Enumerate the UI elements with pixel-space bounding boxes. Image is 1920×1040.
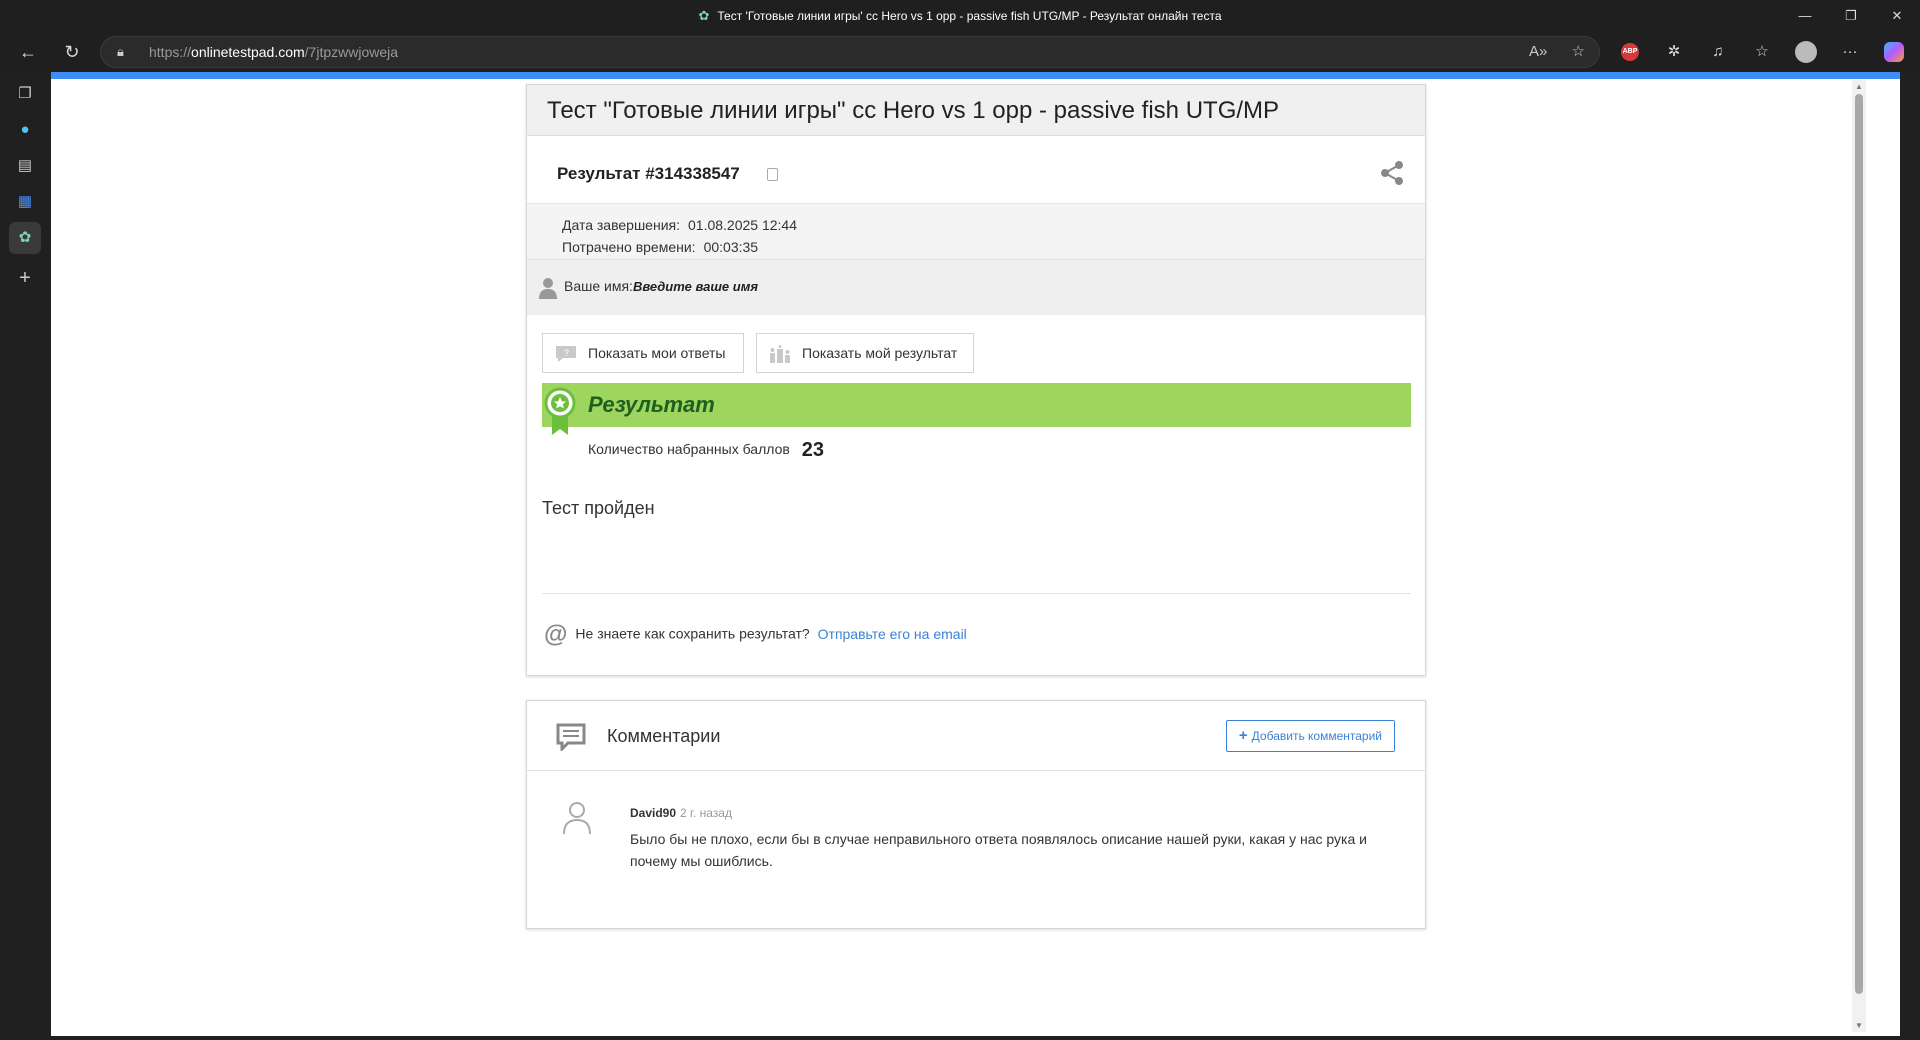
share-icon[interactable] — [1379, 160, 1405, 186]
window-controls: — ❐ ✕ — [1782, 0, 1920, 32]
show-answers-button[interactable]: ? Показать мои ответы — [542, 333, 744, 373]
svg-text:?: ? — [564, 348, 569, 358]
result-id: Результат #314338547 — [557, 164, 740, 183]
address-bar-actions: A» ☆ — [1509, 37, 1585, 67]
question-bubble-icon: ? — [556, 346, 576, 362]
loading-bar — [51, 72, 1900, 79]
extensions-puzzle-icon[interactable]: ✲ — [1652, 36, 1696, 68]
name-row: Ваше имя:Введите ваше имя — [527, 260, 1425, 315]
comment-author[interactable]: David90 2 г. назад — [630, 806, 732, 820]
result-card: Тест "Готовые линии игры" сс Hero vs 1 o… — [526, 84, 1426, 676]
finish-date-row: Дата завершения: 01.08.2025 12:44 — [562, 217, 797, 233]
globe-icon[interactable]: ● — [9, 114, 41, 146]
refresh-icon[interactable]: ↻ — [56, 36, 88, 68]
adblock-extension-icon[interactable]: ABP — [1608, 36, 1652, 68]
plus-icon: + — [1238, 727, 1248, 744]
scroll-up-icon[interactable]: ▲ — [1855, 82, 1863, 91]
result-header: Результат #314338547 — [527, 136, 1425, 204]
comments-header: Комментарии + Добавить комментарий — [527, 701, 1425, 771]
add-comment-button[interactable]: + Добавить комментарий — [1225, 720, 1395, 752]
score-row: Количество набранных баллов 23 — [588, 439, 825, 461]
result-meta: Дата завершения: 01.08.2025 12:44 Потраче… — [527, 204, 1425, 260]
comment-time: 2 г. назад — [680, 806, 732, 820]
send-email-link[interactable]: Отправьте его на email — [818, 626, 967, 642]
url-text[interactable]: https://onlinetestpad.com/7jtpzwwjoweja — [149, 37, 398, 67]
test-status: Тест пройден — [542, 498, 655, 518]
address-bar[interactable]: 🔒︎ https://onlinetestpad.com/7jtpzwwjowe… — [100, 36, 1600, 68]
add-tab-icon[interactable]: + — [9, 262, 41, 294]
favorite-star-icon[interactable]: ☆ — [1572, 43, 1585, 60]
document-icon[interactable]: ▦ — [9, 186, 41, 218]
podium-icon — [770, 345, 790, 363]
comments-title: Комментарии — [607, 726, 721, 746]
comment-text: Было бы не плохо, если бы в случае непра… — [630, 831, 1367, 869]
comment-icon — [556, 723, 586, 751]
scroll-down-icon[interactable]: ▼ — [1855, 1021, 1863, 1030]
copy-icon[interactable] — [767, 168, 778, 181]
window-title: ✿ Тест 'Готовые линии игры' сс Hero vs 1 … — [0, 0, 1920, 32]
close-icon[interactable]: ✕ — [1874, 0, 1920, 32]
browser-sidebar: ❐ ● ▤ ▦ ✿ + — [0, 72, 50, 1040]
profile-avatar-icon[interactable] — [1784, 36, 1828, 68]
score-value: 23 — [801, 439, 825, 461]
read-aloud-icon[interactable]: A» — [1529, 43, 1547, 60]
more-menu-icon[interactable]: ··· — [1828, 36, 1872, 68]
browser-toolbar: ← ↻ 🔒︎ https://onlinetestpad.com/7jtpzww… — [0, 32, 1920, 72]
collections-icon[interactable]: ☆ — [1740, 36, 1784, 68]
avatar-icon — [563, 802, 591, 835]
name-field[interactable]: Ваше имя:Введите ваше имя — [564, 278, 758, 294]
extension-toolbar: ABP ✲ ♫ ☆ ··· — [1608, 36, 1916, 68]
result-banner: Результат — [542, 383, 1411, 427]
scrollbar-thumb[interactable] — [1855, 94, 1863, 994]
back-arrow-icon[interactable]: ← — [12, 36, 44, 68]
window-title-text: Тест 'Готовые линии игры' сс Hero vs 1 o… — [717, 9, 1222, 23]
media-icon[interactable]: ♫ — [1696, 36, 1740, 68]
name-placeholder[interactable]: Введите ваше имя — [633, 279, 758, 294]
save-result-row: @ Не знаете как сохранить результат? Отпра… — [544, 621, 967, 648]
award-ribbon-icon — [544, 387, 576, 435]
comments-card: Комментарии + Добавить комментарий David9… — [526, 700, 1426, 929]
lock-icon[interactable]: 🔒︎ — [117, 37, 124, 67]
copilot-icon[interactable] — [1872, 36, 1916, 68]
show-result-button[interactable]: Показать мой результат — [756, 333, 974, 373]
user-icon — [539, 278, 557, 299]
tab-actions-icon[interactable]: ❐ — [9, 78, 41, 110]
calendar-icon[interactable]: ▤ — [9, 150, 41, 182]
result-heading: Результат — [588, 392, 715, 417]
minimize-icon[interactable]: — — [1782, 0, 1828, 32]
window-titlebar: ✿ Тест 'Готовые линии игры' сс Hero vs 1 … — [0, 0, 1920, 32]
clover-icon: ✿ — [698, 8, 710, 23]
time-spent-row: Потрачено времени: 00:03:35 — [562, 239, 759, 255]
at-icon: @ — [544, 621, 568, 648]
restore-icon[interactable]: ❐ — [1828, 0, 1874, 32]
page-viewport: Тест "Готовые линии игры" сс Hero vs 1 o… — [51, 72, 1900, 1036]
divider — [542, 593, 1411, 594]
test-title: Тест "Готовые линии игры" сс Hero vs 1 o… — [527, 85, 1425, 136]
clover-tab-icon[interactable]: ✿ — [9, 222, 41, 254]
